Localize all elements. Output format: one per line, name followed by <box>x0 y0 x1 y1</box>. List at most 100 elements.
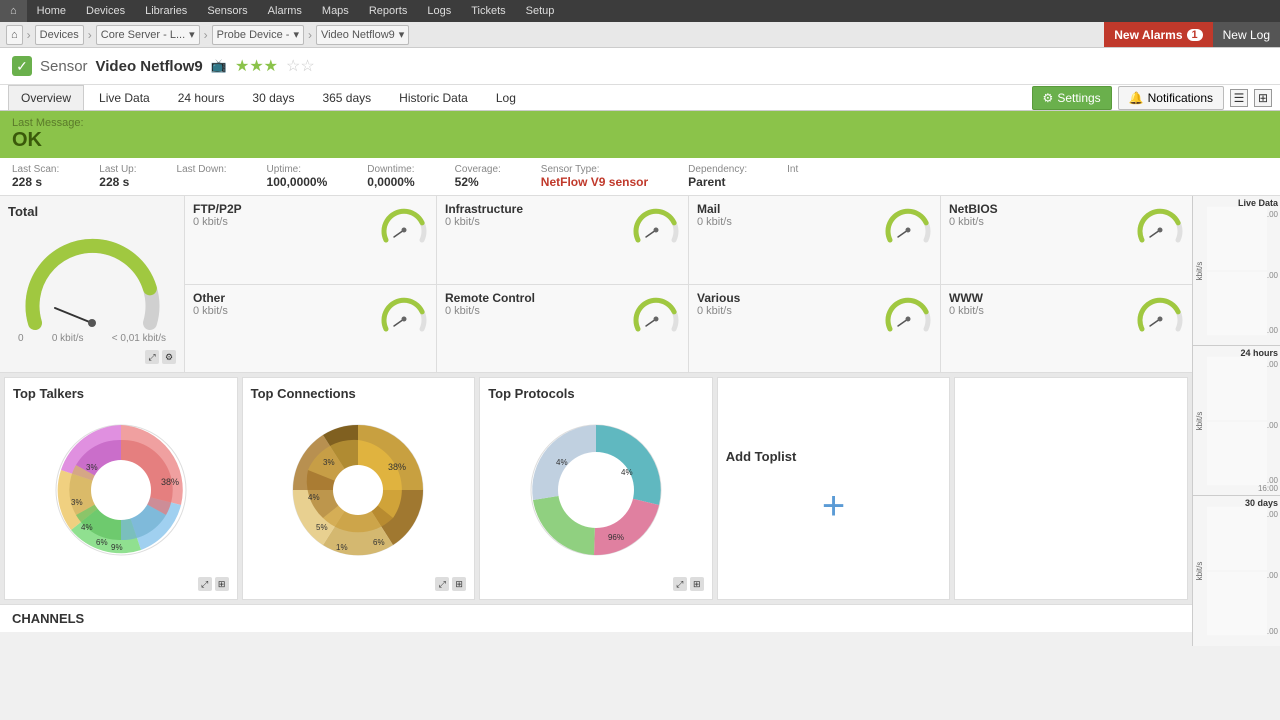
breadcrumb-probe-device[interactable]: Probe Device - ▾ <box>212 25 304 45</box>
protocol-name-mail: Mail <box>697 202 732 216</box>
nav-devices[interactable]: Devices <box>76 0 135 22</box>
breadcrumb-core-server[interactable]: Core Server - L... ▾ <box>96 25 200 45</box>
top-connections-title: Top Connections <box>251 386 467 401</box>
breadcrumb-sep3: › <box>204 28 208 42</box>
tab-log[interactable]: Log <box>483 85 529 110</box>
protocol-gauge-mail <box>884 202 932 250</box>
gauge-expand-icon[interactable]: ⤢ <box>145 350 159 364</box>
svg-text:96%: 96% <box>608 533 624 542</box>
protocol-cell-infra: Infrastructure 0 kbit/s <box>437 196 688 284</box>
uptime-label: Uptime: <box>267 164 328 175</box>
svg-text:4%: 4% <box>308 493 320 502</box>
main-area: Total 0 0 kbit/s < 0,01 kbit/s <box>0 196 1280 646</box>
nav-alarms[interactable]: Alarms <box>258 0 312 22</box>
top-connections-panel: Top Connections <box>242 377 476 600</box>
protocol-gauge-www <box>1136 291 1184 339</box>
uptime-value: 100,0000% <box>267 175 328 189</box>
tab-historic-data[interactable]: Historic Data <box>386 85 481 110</box>
30days-chart-block: 30 days 100.00 50.00 0.00 kbit/s <box>1193 496 1280 646</box>
nav-sensors[interactable]: Sensors <box>197 0 257 22</box>
tab-30days[interactable]: 30 days <box>239 85 307 110</box>
top-protocols-title: Top Protocols <box>488 386 704 401</box>
gauge-settings-icon[interactable]: ⚙ <box>162 350 176 364</box>
sensor-header: ✓ Sensor Video Netflow9 📺 ★★★☆☆ <box>0 48 1280 85</box>
status-bar: Last Message: OK <box>0 111 1280 158</box>
top-connections-chart: 38% 3% 4% 5% 1% 6% <box>278 410 438 570</box>
tabs-bar: Overview Live Data 24 hours 30 days 365 … <box>0 85 1280 111</box>
svg-text:9%: 9% <box>111 543 123 552</box>
nav-setup[interactable]: Setup <box>516 0 565 22</box>
tab-overview[interactable]: Overview <box>8 85 84 110</box>
tab-24hours[interactable]: 24 hours <box>165 85 238 110</box>
breadcrumb-video-netflow[interactable]: Video Netflow9 ▾ <box>316 25 409 45</box>
protocols-icon2[interactable]: ⊞ <box>690 577 704 591</box>
icon-button-2[interactable]: ⊞ <box>1254 89 1272 107</box>
tab-live-data[interactable]: Live Data <box>86 85 163 110</box>
gauges-section: Total 0 0 kbit/s < 0,01 kbit/s <box>0 196 1192 373</box>
protocol-cell-remote: Remote Control 0 kbit/s <box>437 285 688 373</box>
top-protocols-chart: 4% 4% 96% <box>516 410 676 570</box>
nav-logs[interactable]: Logs <box>417 0 461 22</box>
24h-time: 16:00 <box>1258 484 1278 493</box>
gauge-max: < 0,01 kbit/s <box>112 333 166 344</box>
svg-text:1%: 1% <box>336 543 348 552</box>
protocol-gauge-ftp <box>380 202 428 250</box>
protocol-name-netbios: NetBIOS <box>949 202 998 216</box>
nav-reports[interactable]: Reports <box>359 0 418 22</box>
last-message-label: Last Message: <box>12 117 1268 129</box>
24h-axis-label: kbit/s <box>1195 411 1204 430</box>
protocol-name-remote: Remote Control <box>445 291 535 305</box>
coverage-label: Coverage: <box>455 164 501 175</box>
bottom-panels: Top Talkers <box>0 373 1192 604</box>
downtime-label: Downtime: <box>367 164 414 175</box>
breadcrumb-sep: › <box>27 28 31 42</box>
protocol-value-remote: 0 kbit/s <box>445 305 535 317</box>
protocol-value-www: 0 kbit/s <box>949 305 984 317</box>
breadcrumb-devices[interactable]: Devices <box>35 25 84 45</box>
settings-label: Settings <box>1057 91 1100 105</box>
connections-icon2[interactable]: ⊞ <box>452 577 466 591</box>
tab-365days[interactable]: 365 days <box>309 85 384 110</box>
add-toplist-plus-icon[interactable]: + <box>822 484 845 529</box>
talkers-icon1[interactable]: ⤢ <box>198 577 212 591</box>
nav-libraries[interactable]: Libraries <box>135 0 197 22</box>
notifications-button[interactable]: 🔔 Notifications <box>1118 86 1224 110</box>
live-data-chart-block: Live Data 100.00 50.00 0.00 kbit/s <box>1193 196 1280 346</box>
add-toplist-title: Add Toplist <box>726 449 797 464</box>
nav-home[interactable]: ⌂ <box>0 0 27 22</box>
protocol-cell-netbios: NetBIOS 0 kbit/s <box>941 196 1192 284</box>
last-scan-label: Last Scan: <box>12 164 59 175</box>
icon-button-1[interactable]: ☰ <box>1230 89 1248 107</box>
int-label: Int <box>787 164 798 175</box>
empty-panel <box>954 377 1188 600</box>
add-toplist-panel[interactable]: Add Toplist + <box>717 377 951 600</box>
protocol-cell-various: Various 0 kbit/s <box>689 285 940 373</box>
new-alarms-button[interactable]: New Alarms 1 <box>1104 22 1212 47</box>
total-label: Total <box>8 204 176 219</box>
breadcrumb-home[interactable]: ⌂ <box>6 25 23 45</box>
sensor-label: Sensor <box>40 58 88 75</box>
new-alarms-label: New Alarms <box>1114 28 1182 42</box>
sensor-type-value[interactable]: NetFlow V9 sensor <box>541 175 648 189</box>
connections-icon1[interactable]: ⤢ <box>435 577 449 591</box>
sensor-stars-empty: ☆☆ <box>286 56 315 76</box>
bell-icon: 🔔 <box>1129 91 1144 105</box>
last-up-value: 228 s <box>99 175 136 189</box>
last-message-value: OK <box>12 129 1268 152</box>
info-strip: Last Scan: 228 s Last Up: 228 s Last Dow… <box>0 158 1280 196</box>
protocol-value-netbios: 0 kbit/s <box>949 216 998 228</box>
sensor-monitor-icon: 📺 <box>211 58 227 74</box>
sensor-stars: ★★★ <box>235 56 278 76</box>
nav-home-label[interactable]: Home <box>27 0 76 22</box>
nav-tickets[interactable]: Tickets <box>461 0 515 22</box>
protocol-name-other: Other <box>193 291 228 305</box>
protocol-grid: FTP/P2P 0 kbit/s Infrastructure 0 kbit/s <box>185 196 1192 372</box>
protocol-gauge-remote <box>632 291 680 339</box>
coverage-value: 52% <box>455 175 501 189</box>
protocols-icon1[interactable]: ⤢ <box>673 577 687 591</box>
nav-maps[interactable]: Maps <box>312 0 359 22</box>
talkers-icon2[interactable]: ⊞ <box>215 577 229 591</box>
settings-button[interactable]: ⚙ Settings <box>1032 86 1112 110</box>
new-log-button[interactable]: New Log <box>1213 22 1280 47</box>
top-talkers-title: Top Talkers <box>13 386 229 401</box>
